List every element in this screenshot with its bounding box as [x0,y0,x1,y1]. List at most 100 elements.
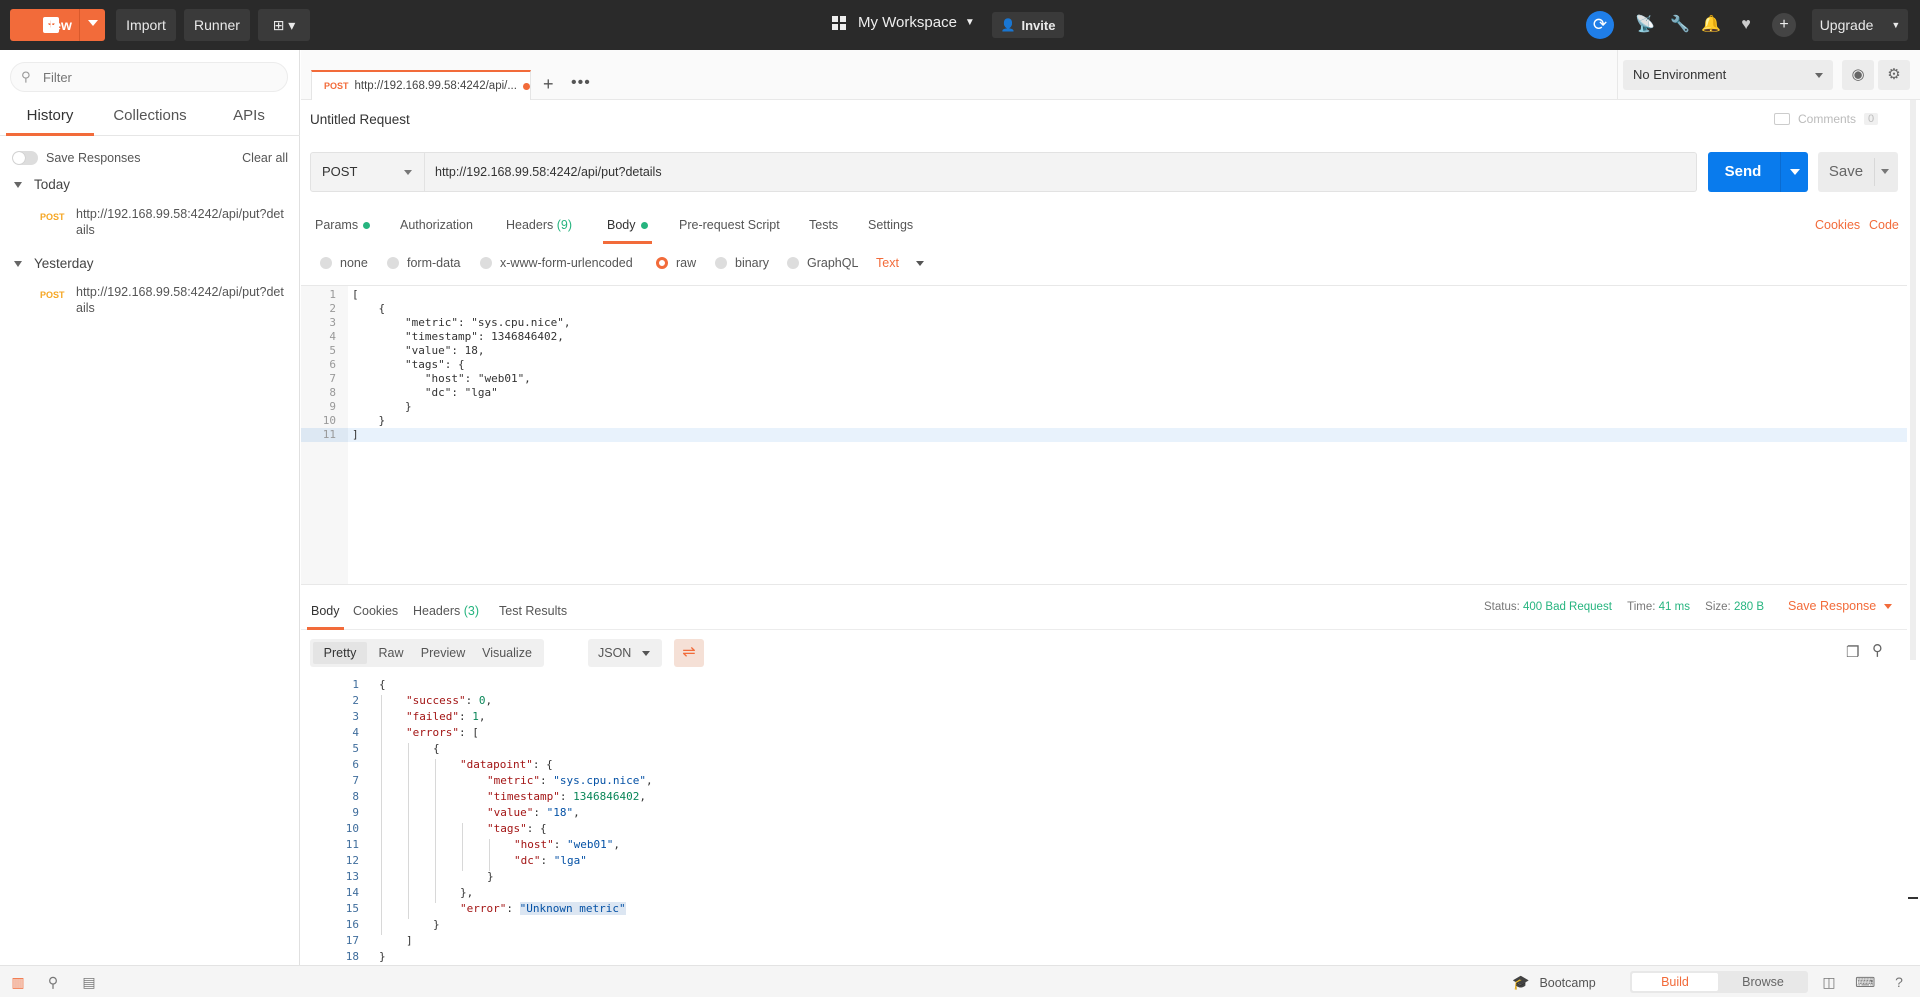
bootcamp-icon: 🎓 [1512,974,1530,990]
radio-x-www-form-urlencoded[interactable]: x-www-form-urlencoded [480,256,633,270]
satellite-icon[interactable]: 📡 [1634,14,1656,36]
browse-tab[interactable]: Browse [1720,973,1806,991]
scroll-track[interactable] [1910,100,1916,660]
add-tab-icon[interactable]: + [543,74,554,95]
save-responses-toggle[interactable] [12,151,38,165]
json-punct: : [506,902,520,915]
tab-params[interactable]: Params [315,210,371,244]
cookies-link[interactable]: Cookies [1815,218,1860,232]
view-pretty[interactable]: Pretty [313,642,367,664]
chevron-down-icon[interactable] [88,20,98,26]
eye-icon[interactable]: ◉ [1842,60,1874,90]
history-group-yesterday[interactable]: Yesterday [14,256,94,271]
history-item[interactable]: POST http://192.168.99.58:4242/api/put?d… [40,206,290,238]
time-value[interactable]: 41 ms [1659,601,1690,613]
new-window-button[interactable]: ⊞ ▾ [258,9,310,41]
find-icon[interactable]: ⚲ [44,973,62,991]
tab-response-cookies[interactable]: Cookies [353,596,398,630]
view-raw[interactable]: Raw [370,642,412,664]
tab-settings[interactable]: Settings [868,210,913,244]
copy-icon[interactable]: ❐ [1846,643,1859,661]
runner-button[interactable]: Runner [184,9,250,41]
console-icon[interactable]: ▤ [80,973,98,991]
radio-raw[interactable]: raw [656,256,696,270]
code-text: } [352,400,412,413]
save-response-button[interactable]: Save Response [1788,599,1893,613]
send-button[interactable]: Send [1708,152,1808,192]
main-scrollbar[interactable] [1907,100,1920,660]
radio-graphql[interactable]: GraphQL [787,256,858,270]
tab-headers[interactable]: Headers (9) [506,210,572,244]
import-button[interactable]: Import [116,9,176,41]
build-tab[interactable]: Build [1632,973,1718,991]
upgrade-button[interactable]: Upgrade ▼ [1812,9,1908,41]
keyboard-icon[interactable]: ⌨ [1855,973,1875,991]
clear-all-button[interactable]: Clear all [242,151,288,165]
gear-icon[interactable]: ⚙ [1878,60,1910,90]
two-pane-icon[interactable]: ◫ [1820,973,1838,991]
filter-box[interactable]: ⚲ [10,62,288,92]
tab-collections[interactable]: Collections [102,100,198,136]
bootcamp-button[interactable]: 🎓 Bootcamp [1512,974,1596,991]
tab-authorization[interactable]: Authorization [400,210,473,244]
unsaved-dot-icon[interactable] [523,82,530,90]
indent-guide [381,695,382,935]
invite-button[interactable]: 👤 Invite [992,12,1064,38]
history-group-today[interactable]: Today [14,177,70,192]
tab-response-body[interactable]: Body [307,596,344,630]
sidebar-toggle-icon[interactable]: ▥ [9,973,27,991]
code-text: "timestamp": 1346846402, [487,789,646,805]
code-line: 7 "host": "web01", [301,372,1907,386]
request-tab[interactable]: POST http://192.168.99.58:4242/api/... [311,70,531,100]
radio-form-data[interactable]: form-data [387,256,461,270]
magnifier-icon[interactable]: ⚲ [1872,641,1883,659]
help-icon[interactable]: ? [1890,973,1908,991]
history-item[interactable]: POST http://192.168.99.58:4242/api/put?d… [40,284,290,316]
history-group-label: Yesterday [34,256,94,271]
bell-icon[interactable]: 🔔 [1700,14,1722,36]
line-number: 8 [329,386,336,399]
raw-format-select[interactable]: Text [876,256,924,270]
tab-history[interactable]: History [6,100,94,136]
response-scrollbar[interactable] [1906,677,1920,965]
code-link[interactable]: Code [1869,218,1899,232]
filter-input[interactable] [43,69,273,85]
chevron-down-icon[interactable] [1790,169,1800,175]
request-title[interactable]: Untitled Request [310,112,410,127]
radio-none[interactable]: none [320,256,368,270]
sync-icon[interactable]: ⟳ [1586,11,1614,39]
heart-icon[interactable]: ♥ [1735,14,1757,36]
save-button[interactable]: Save [1818,152,1898,192]
request-body-editor[interactable]: 1[2 {3 "metric": "sys.cpu.nice", 4 "times… [301,285,1907,585]
code-line: 2 "success": 0, [301,693,1801,709]
code-line: 6 "tags": { [301,358,1907,372]
environment-select[interactable]: No Environment [1623,60,1833,90]
chevron-down-icon[interactable] [1881,169,1889,174]
tab-pre-request-script[interactable]: Pre-request Script [679,210,780,244]
method-select[interactable]: POST [310,152,425,192]
view-preview[interactable]: Preview [414,642,472,664]
add-circle-icon[interactable]: + [1772,13,1796,37]
json-punct: : [539,774,554,787]
size-value[interactable]: 280 B [1734,601,1764,613]
view-visualize[interactable]: Visualize [474,642,540,664]
tab-test-results[interactable]: Test Results [499,596,567,630]
scroll-thumb[interactable] [1908,897,1918,899]
url-input[interactable]: http://192.168.99.58:4242/api/put?detail… [425,152,1697,192]
tab-body[interactable]: Body [603,210,652,244]
wrap-lines-icon[interactable]: ⇌ [674,639,704,667]
line-number: 1 [329,288,336,301]
response-body-viewer[interactable]: 1{2 "success": 0, 3 "failed": 1, 4 "errors": … [301,677,1907,965]
comments-button[interactable]: Comments 0 [1774,112,1879,126]
new-button[interactable]: + New [10,9,105,41]
tab-response-headers[interactable]: Headers (3) [413,596,479,630]
wrench-icon[interactable]: 🔧 [1669,14,1691,36]
tab-apis[interactable]: APIs [220,100,278,136]
line-number: 15 [345,902,359,915]
tab-tests[interactable]: Tests [809,210,838,244]
more-tabs-icon[interactable]: ••• [571,74,591,92]
response-format-select[interactable]: JSON [588,639,662,667]
workspace-selector[interactable]: My Workspace ▼ [832,14,975,31]
radio-binary[interactable]: binary [715,256,769,270]
indent-guide [489,839,490,871]
